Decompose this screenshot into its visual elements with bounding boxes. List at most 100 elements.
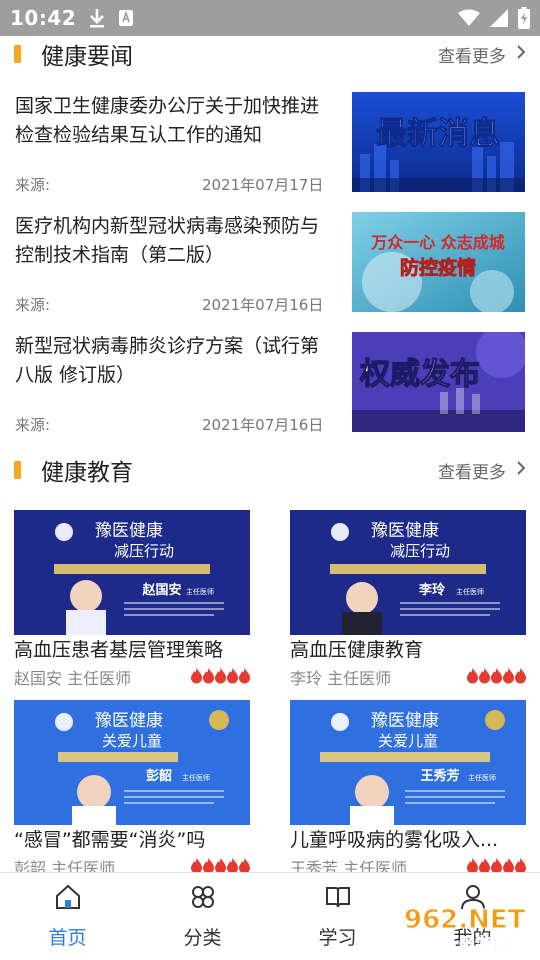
rating-flames bbox=[467, 668, 526, 684]
news-date: 2021年07月16日 bbox=[202, 296, 324, 314]
svg-text:主任医师: 主任医师 bbox=[468, 773, 496, 782]
download-icon bbox=[88, 8, 106, 28]
news-date: 2021年07月17日 bbox=[202, 176, 324, 194]
signal-icon bbox=[490, 9, 508, 27]
flame-icon bbox=[191, 858, 202, 872]
video-thumbnail: 豫医健康 减压行动 赵国安 主任医师 bbox=[14, 510, 250, 635]
svg-text:关爱儿童: 关爱儿童 bbox=[102, 732, 162, 750]
svg-text:豫医健康: 豫医健康 bbox=[95, 711, 163, 731]
svg-text:王秀芳: 王秀芳 bbox=[420, 768, 459, 784]
app-notification-icon bbox=[118, 9, 134, 27]
svg-text:关爱儿童: 关爱儿童 bbox=[378, 732, 438, 750]
chevron-right-icon bbox=[516, 460, 526, 481]
svg-text:豫医健康: 豫医健康 bbox=[371, 521, 439, 541]
section-accent-bar bbox=[14, 45, 21, 63]
news-item[interactable]: 国家卫生健康委办公厅关于加快推进检查检验结果互认工作的通知 来源: 2021年0… bbox=[0, 92, 540, 206]
education-card[interactable]: 豫医健康 减压行动 赵国安 主任医师 高血压患者基层管理策略 赵国安 主任医师 bbox=[14, 510, 250, 690]
svg-text:962.NET: 962.NET bbox=[404, 905, 526, 935]
flame-icon bbox=[239, 858, 250, 872]
view-more-label: 查看更多 bbox=[438, 462, 506, 483]
education-card[interactable]: 豫医健康 关爱儿童 王秀芳 主任医师 儿童呼吸病的雾化吸入... 王秀芳 主任医… bbox=[290, 700, 526, 872]
thumb-text: 万众一心 众志成城 bbox=[370, 233, 505, 252]
video-thumbnail: 豫医健康 减压行动 李玲 主任医师 bbox=[290, 510, 526, 635]
status-time: 10:42 bbox=[10, 6, 77, 30]
flame-icon bbox=[467, 668, 478, 684]
education-title: “感冒”都需要“消炎”吗 bbox=[14, 829, 206, 851]
nav-study[interactable]: 学习 bbox=[270, 873, 405, 960]
status-bar: 10:42 bbox=[0, 0, 540, 36]
flame-icon bbox=[515, 858, 526, 872]
flame-icon bbox=[515, 668, 526, 684]
flame-icon bbox=[479, 668, 490, 684]
svg-text:主任医师: 主任医师 bbox=[186, 587, 214, 596]
news-item[interactable]: 新型冠状病毒肺炎诊疗方案（试行第八版 修订版） 来源: 2021年07月16日 … bbox=[0, 332, 540, 446]
svg-text:豫医健康: 豫医健康 bbox=[95, 521, 163, 541]
education-card[interactable]: 豫医健康 关爱儿童 彭韶 主任医师 “感冒”都需要“消炎”吗 彭韶 主任医师 bbox=[14, 700, 250, 872]
watermark-logo: 962.NET 乐游网 bbox=[400, 900, 536, 956]
flame-icon bbox=[503, 858, 514, 872]
flame-icon bbox=[491, 668, 502, 684]
news-thumbnail: 万众一心 众志成城 防控疫情 bbox=[352, 212, 525, 312]
rating-flames bbox=[467, 858, 526, 872]
news-date: 2021年07月16日 bbox=[202, 416, 324, 434]
grid-icon bbox=[189, 883, 217, 915]
section-title: 健康要闻 bbox=[41, 44, 133, 70]
education-author: 赵国安 主任医师 bbox=[14, 669, 132, 688]
section-header-health-news: 健康要闻 查看更多 bbox=[0, 36, 540, 72]
flame-icon bbox=[203, 668, 214, 684]
home-icon bbox=[54, 883, 82, 915]
flame-icon bbox=[215, 858, 226, 872]
rating-flames bbox=[191, 668, 250, 684]
svg-text:李玲: 李玲 bbox=[418, 582, 446, 598]
svg-text:彭韶: 彭韶 bbox=[146, 768, 172, 784]
nav-home[interactable]: 首页 bbox=[0, 873, 135, 960]
svg-text:减压行动: 减压行动 bbox=[114, 542, 174, 560]
svg-text:赵国安: 赵国安 bbox=[141, 582, 181, 598]
education-title: 儿童呼吸病的雾化吸入... bbox=[290, 829, 499, 851]
flame-icon bbox=[203, 858, 214, 872]
thumb-text: 最新消息 bbox=[376, 116, 500, 152]
education-author: 彭韶 主任医师 bbox=[14, 859, 116, 872]
news-title: 医疗机构内新型冠状病毒感染预防与控制技术指南（第二版） bbox=[15, 215, 320, 266]
svg-text:主任医师: 主任医师 bbox=[182, 773, 210, 782]
education-author: 李玲 主任医师 bbox=[290, 669, 392, 688]
news-thumbnail: 权威发布 bbox=[352, 332, 525, 432]
flame-icon bbox=[191, 668, 202, 684]
nav-label: 首页 bbox=[48, 927, 87, 949]
thumb-text: 防控疫情 bbox=[400, 256, 476, 279]
wifi-icon bbox=[458, 9, 480, 27]
rating-flames bbox=[191, 858, 250, 872]
education-title: 高血压健康教育 bbox=[290, 639, 424, 661]
education-card[interactable]: 豫医健康 减压行动 李玲 主任医师 高血压健康教育 李玲 主任医师 bbox=[290, 510, 526, 690]
svg-text:减压行动: 减压行动 bbox=[390, 542, 450, 560]
view-more-education-link[interactable]: 查看更多 bbox=[438, 458, 526, 483]
news-source: 来源: bbox=[15, 296, 51, 314]
education-author: 王秀芳 主任医师 bbox=[290, 859, 408, 872]
nav-label: 学习 bbox=[318, 927, 357, 949]
flame-icon bbox=[479, 858, 490, 872]
news-thumbnail: 最新消息 bbox=[352, 92, 525, 192]
flame-icon bbox=[467, 858, 478, 872]
section-title: 健康教育 bbox=[41, 460, 133, 486]
chevron-right-icon bbox=[516, 44, 526, 65]
video-thumbnail: 豫医健康 关爱儿童 王秀芳 主任医师 bbox=[290, 700, 526, 825]
battery-icon bbox=[518, 7, 530, 29]
section-header-health-education: 健康教育 查看更多 bbox=[0, 452, 540, 488]
education-title: 高血压患者基层管理策略 bbox=[14, 639, 224, 661]
news-title: 国家卫生健康委办公厅关于加快推进检查检验结果互认工作的通知 bbox=[15, 95, 320, 146]
flame-icon bbox=[215, 668, 226, 684]
view-more-news-link[interactable]: 查看更多 bbox=[438, 42, 526, 67]
flame-icon bbox=[503, 668, 514, 684]
flame-icon bbox=[227, 668, 238, 684]
nav-category[interactable]: 分类 bbox=[135, 873, 270, 960]
view-more-label: 查看更多 bbox=[438, 46, 506, 67]
main-content[interactable]: 健康要闻 查看更多 国家卫生健康委办公厅关于加快推进检查检验结果互认工作的通知 … bbox=[0, 36, 540, 872]
svg-text:乐游网: 乐游网 bbox=[458, 934, 509, 955]
news-title: 新型冠状病毒肺炎诊疗方案（试行第八版 修订版） bbox=[15, 335, 320, 386]
book-icon bbox=[324, 883, 352, 915]
thumb-text: 权威发布 bbox=[359, 357, 480, 392]
news-item[interactable]: 医疗机构内新型冠状病毒感染预防与控制技术指南（第二版） 来源: 2021年07月… bbox=[0, 212, 540, 326]
news-source: 来源: bbox=[15, 416, 51, 434]
flame-icon bbox=[491, 858, 502, 872]
flame-icon bbox=[239, 668, 250, 684]
